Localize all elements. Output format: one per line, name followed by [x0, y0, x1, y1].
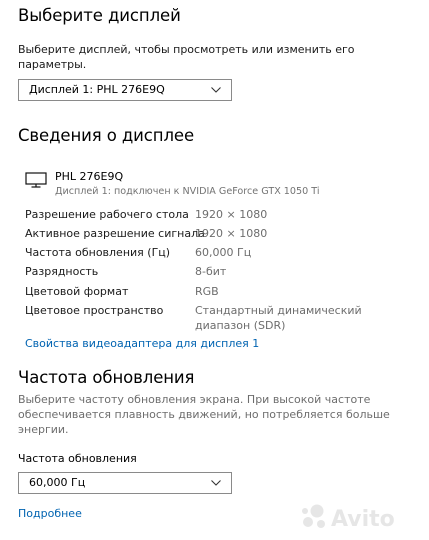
- select-display-description-line1: Выберите дисплей, чтобы просмотреть или …: [18, 43, 355, 56]
- select-display-description-line2: параметры.: [18, 58, 87, 71]
- desktop-resolution-label: Разрешение рабочего стола: [25, 208, 189, 221]
- color-format-value: RGB: [195, 285, 219, 298]
- refresh-rate-dropdown[interactable]: 60,000 Гц: [18, 472, 232, 494]
- refresh-rate-description-line2: обеспечивается плавность движений, но по…: [18, 408, 390, 421]
- color-space-value-line2: диапазон (SDR): [195, 319, 286, 332]
- refresh-rate-description-line1: Выберите частоту обновления экрана. При …: [18, 393, 371, 406]
- select-display-description: Выберите дисплей, чтобы просмотреть или …: [18, 42, 355, 72]
- display-settings-page: Выберите дисплей Выберите дисплей, чтобы…: [0, 0, 429, 540]
- active-signal-resolution-label: Активное разрешение сигнала: [25, 227, 205, 240]
- color-format-label: Цветовой формат: [25, 285, 129, 298]
- select-display-heading: Выберите дисплей: [18, 6, 181, 25]
- monitor-icon: [25, 172, 47, 188]
- chevron-down-icon: [211, 87, 221, 93]
- monitor-name: PHL 276E9Q: [55, 170, 124, 183]
- refresh-rate-description-line3: энергии.: [18, 423, 69, 436]
- monitor-connection: Дисплей 1: подключен к NVIDIA GeForce GT…: [55, 186, 320, 197]
- color-space-value: Стандартный динамический диапазон (SDR): [195, 303, 362, 333]
- adapter-properties-link[interactable]: Свойства видеоадаптера для дисплея 1: [25, 337, 259, 350]
- bit-depth-value: 8-бит: [195, 265, 227, 278]
- color-space-value-line1: Стандартный динамический: [195, 304, 362, 317]
- svg-text:Avito: Avito: [331, 507, 395, 532]
- refresh-rate-description: Выберите частоту обновления экрана. При …: [18, 392, 390, 437]
- desktop-resolution-value: 1920 × 1080: [195, 208, 268, 221]
- avito-watermark-logo: Avito: [302, 504, 395, 532]
- refresh-rate-hz-label: Частота обновления (Гц): [25, 246, 171, 259]
- refresh-rate-heading: Частота обновления: [18, 368, 195, 387]
- chevron-down-icon: [211, 480, 221, 486]
- display-select-value: Дисплей 1: PHL 276E9Q: [29, 83, 165, 96]
- refresh-rate-value: 60,000 Гц: [29, 476, 86, 489]
- refresh-rate-field-label: Частота обновления: [18, 452, 137, 465]
- active-signal-resolution-value: 1920 × 1080: [195, 227, 268, 240]
- learn-more-link[interactable]: Подробнее: [18, 507, 82, 520]
- color-space-label: Цветовое пространство: [25, 304, 164, 317]
- bit-depth-label: Разрядность: [25, 265, 99, 278]
- refresh-rate-hz-value: 60,000 Гц: [195, 246, 252, 259]
- display-select-dropdown[interactable]: Дисплей 1: PHL 276E9Q: [18, 79, 232, 101]
- display-info-heading: Сведения о дисплее: [18, 126, 195, 145]
